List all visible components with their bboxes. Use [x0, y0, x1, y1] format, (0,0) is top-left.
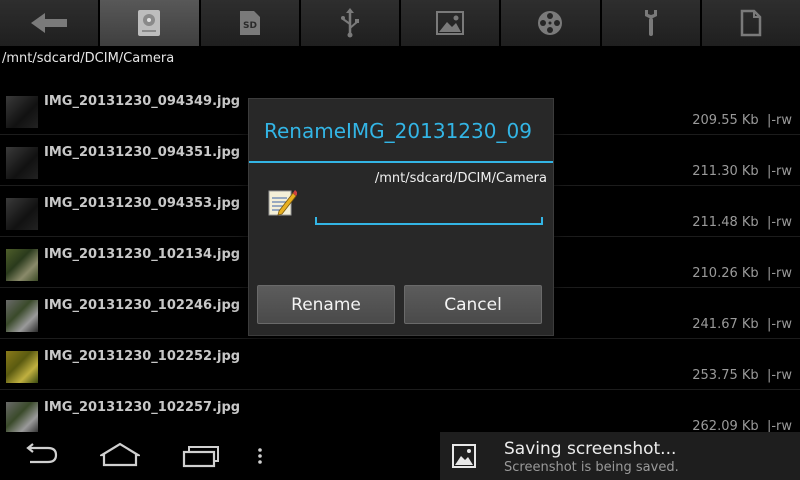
cancel-button[interactable]: Cancel	[404, 285, 542, 324]
input-underline-tick	[541, 217, 543, 225]
screenshot-image-icon	[452, 444, 476, 468]
internal-storage-icon	[138, 10, 161, 36]
svg-text:SD: SD	[243, 21, 257, 31]
film-reel-icon	[538, 11, 563, 35]
file-size: 253.75 Kb |-rw	[692, 368, 792, 383]
screenshot-notification[interactable]: Saving screenshot... Screenshot is being…	[440, 432, 800, 480]
notification-title: Saving screenshot...	[504, 439, 677, 459]
current-path: /mnt/sdcard/DCIM/Camera	[2, 51, 175, 66]
back-arrow-icon	[31, 13, 68, 33]
input-underline-tick	[315, 217, 317, 225]
image-icon	[436, 11, 465, 35]
file-thumbnail	[6, 96, 38, 128]
document-icon	[740, 9, 762, 37]
tools-button[interactable]	[601, 0, 700, 46]
file-size: 211.30 Kb |-rw	[692, 164, 792, 179]
sd-card-button[interactable]: SD	[200, 0, 299, 46]
rename-dialog: RenameIMG_20131230_09 /mnt/sdcard/DCIM/C…	[248, 98, 554, 336]
rename-input[interactable]	[315, 197, 543, 225]
file-thumbnail	[6, 351, 38, 383]
back-button[interactable]	[0, 0, 99, 46]
file-name: IMG_20131230_102246.jpg	[44, 298, 241, 313]
home-nav-icon[interactable]	[100, 442, 140, 468]
usb-button[interactable]	[300, 0, 399, 46]
file-name: IMG_20131230_094349.jpg	[44, 94, 241, 109]
images-button[interactable]	[401, 0, 500, 46]
file-size: 209.55 Kb |-rw	[692, 113, 792, 128]
file-thumbnail	[6, 300, 38, 332]
file-thumbnail	[6, 402, 38, 434]
file-row[interactable]: IMG_20131230_102252.jpg 253.75 Kb |-rw	[0, 339, 800, 390]
file-thumbnail	[6, 249, 38, 281]
file-size: 241.67 Kb |-rw	[692, 317, 792, 332]
internal-storage-button[interactable]	[100, 0, 199, 46]
recent-apps-icon[interactable]	[182, 442, 220, 468]
file-name: IMG_20131230_102257.jpg	[44, 400, 241, 415]
rename-button[interactable]: Rename	[257, 285, 395, 324]
file-size: 211.48 Kb |-rw	[692, 215, 792, 230]
file-name: IMG_20131230_094351.jpg	[44, 145, 241, 160]
notification-text: Screenshot is being saved.	[504, 460, 679, 475]
file-thumbnail	[6, 147, 38, 179]
usb-icon	[340, 8, 359, 38]
file-thumbnail	[6, 198, 38, 230]
file-size: 210.26 Kb |-rw	[692, 266, 792, 281]
wrench-icon	[644, 10, 657, 36]
sd-card-icon: SD	[239, 11, 260, 35]
file-name: IMG_20131230_102134.jpg	[44, 247, 241, 262]
dialog-path: /mnt/sdcard/DCIM/Camera	[374, 171, 547, 186]
menu-dots-icon[interactable]	[256, 442, 264, 468]
back-nav-icon[interactable]	[20, 442, 60, 468]
dialog-divider	[249, 161, 553, 163]
file-name: IMG_20131230_094353.jpg	[44, 196, 241, 211]
file-name: IMG_20131230_102252.jpg	[44, 349, 241, 364]
document-button[interactable]	[701, 0, 800, 46]
top-toolbar: SD	[0, 0, 800, 46]
video-button[interactable]	[501, 0, 600, 46]
dialog-title: RenameIMG_20131230_09	[264, 119, 532, 143]
note-edit-icon	[268, 190, 297, 216]
